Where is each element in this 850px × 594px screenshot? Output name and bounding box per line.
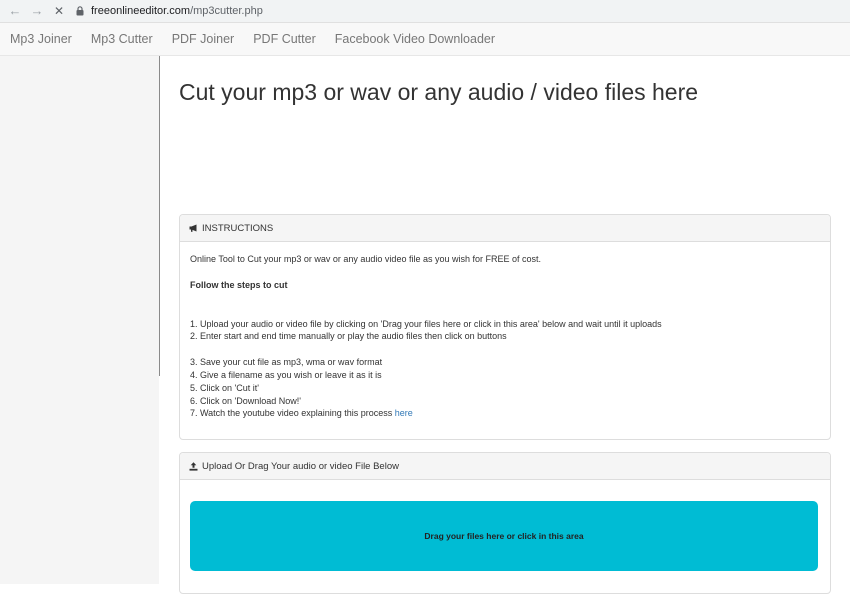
step-item: 4. Give a filename as you wish or leave … — [190, 369, 382, 380]
step-item: 5. Click on 'Cut it' — [190, 382, 259, 393]
top-navigation: Mp3 Joiner Mp3 Cutter PDF Joiner PDF Cut… — [0, 23, 850, 56]
stop-loading-icon[interactable]: ✕ — [52, 4, 66, 18]
back-arrow-icon[interactable]: ← — [8, 4, 22, 18]
lock-icon — [76, 6, 84, 16]
forward-arrow-icon[interactable]: → — [30, 4, 44, 18]
step-item-video-text: 7. Watch the youtube video explaining th… — [190, 408, 395, 419]
youtube-video-link[interactable]: here — [395, 408, 413, 418]
upload-header-label: Upload Or Drag Your audio or video File … — [202, 460, 399, 472]
steps-title: Follow the steps to cut — [190, 279, 288, 290]
browser-toolbar: ← → ✕ freeonlineeditor.com/mp3cutter.php — [0, 0, 850, 23]
step-item: 3. Save your cut file as mp3, wma or wav… — [190, 357, 383, 368]
nav-pdf-cutter[interactable]: PDF Cutter — [253, 32, 316, 46]
instructions-panel: INSTRUCTIONS Online Tool to Cut your mp3… — [179, 214, 831, 440]
nav-mp3-cutter[interactable]: Mp3 Cutter — [91, 32, 153, 46]
file-dropzone[interactable]: Drag your files here or click in this ar… — [190, 501, 818, 571]
upload-icon — [189, 461, 198, 471]
step-item: 2. Enter start and end time manually or … — [190, 331, 507, 342]
instructions-header-label: INSTRUCTIONS — [202, 222, 274, 234]
url-host: freeonlineeditor.com — [91, 5, 191, 17]
instructions-header: INSTRUCTIONS — [180, 215, 830, 242]
nav-facebook-video-downloader[interactable]: Facebook Video Downloader — [335, 32, 495, 46]
address-bar[interactable]: freeonlineeditor.com/mp3cutter.php — [76, 5, 263, 17]
step-item: 6. Click on 'Download Now!' — [190, 395, 301, 406]
page-title: Cut your mp3 or wav or any audio / video… — [179, 79, 699, 105]
step-item: 1. Upload your audio or video file by cl… — [190, 318, 662, 329]
megaphone-icon — [189, 224, 198, 232]
upload-header: Upload Or Drag Your audio or video File … — [180, 453, 830, 480]
instructions-intro: Online Tool to Cut your mp3 or wav or an… — [190, 254, 541, 264]
left-sidebar — [0, 56, 159, 584]
nav-mp3-joiner[interactable]: Mp3 Joiner — [10, 32, 72, 46]
step-item-video: 7. Watch the youtube video explaining th… — [190, 407, 820, 420]
nav-pdf-joiner[interactable]: PDF Joiner — [172, 32, 235, 46]
upload-panel: Upload Or Drag Your audio or video File … — [179, 452, 831, 594]
dropzone-label: Drag your files here or click in this ar… — [424, 531, 584, 541]
url-path: /mp3cutter.php — [190, 5, 263, 17]
steps-list: 1. Upload your audio or video file by cl… — [190, 318, 820, 421]
sidebar-divider — [159, 56, 160, 376]
